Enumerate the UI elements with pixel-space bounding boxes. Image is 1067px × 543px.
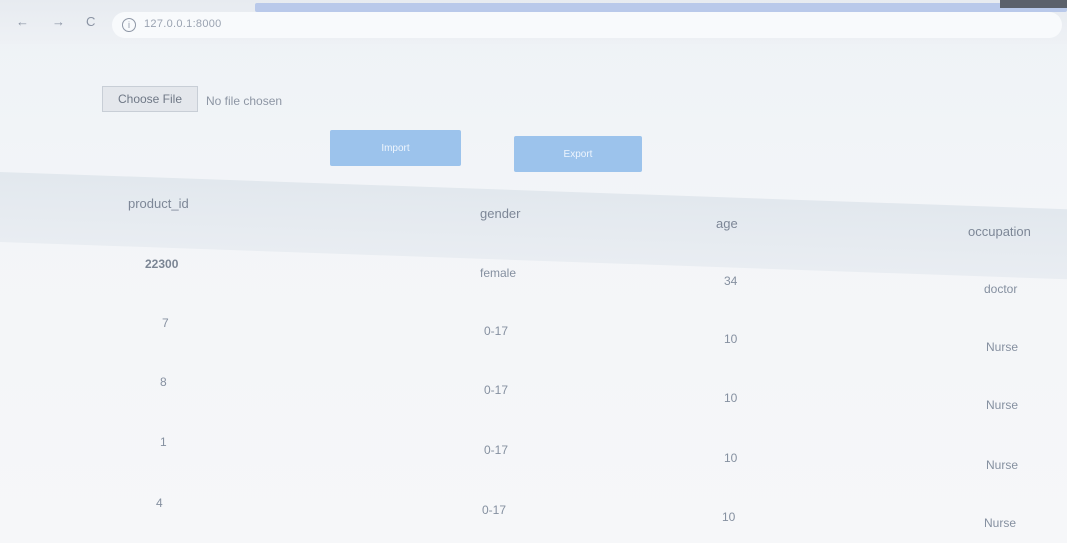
table-cell: 10 <box>724 391 738 405</box>
table-cell: doctor <box>984 282 1018 296</box>
table-cell: 34 <box>724 274 738 288</box>
screen-bezel <box>1000 0 1067 8</box>
table-cell: 4 <box>156 496 163 510</box>
table-cell: 1 <box>160 435 167 449</box>
table-cell: Nurse <box>986 458 1019 472</box>
table-cell: 0-17 <box>482 503 507 517</box>
table-cell: 8 <box>160 375 167 389</box>
table-cell: 10 <box>722 510 736 524</box>
url-text[interactable]: 127.0.0.1:8000 <box>144 18 222 30</box>
forward-arrow-icon[interactable]: → <box>52 14 65 29</box>
table-cell: 7 <box>162 316 169 330</box>
table-cell: 10 <box>724 332 738 346</box>
address-bar[interactable] <box>112 12 1062 38</box>
column-header-age: age <box>716 216 738 231</box>
table-cell: 22300 <box>145 257 179 271</box>
table-cell: Nurse <box>986 398 1019 412</box>
export-button[interactable]: Export <box>514 136 642 172</box>
table-cell: female <box>480 266 517 280</box>
file-status-text: No file chosen <box>206 94 283 108</box>
loading-progress-bar <box>255 3 1067 12</box>
table-cell: 10 <box>724 451 738 465</box>
import-button[interactable]: Import <box>330 130 461 166</box>
reload-icon[interactable]: C <box>86 14 95 29</box>
info-icon[interactable]: i <box>122 18 136 32</box>
table-cell: Nurse <box>986 340 1019 354</box>
column-header-occupation: occupation <box>968 224 1031 239</box>
column-header-gender: gender <box>480 206 521 221</box>
back-arrow-icon[interactable]: ← <box>16 14 29 29</box>
table-cell: 0-17 <box>484 383 509 397</box>
choose-file-button[interactable]: Choose File <box>102 86 198 112</box>
table-cell: Nurse <box>984 516 1017 530</box>
table-cell: 0-17 <box>484 324 509 338</box>
table-cell: 0-17 <box>484 443 509 457</box>
column-header-product-id: product_id <box>128 196 189 211</box>
